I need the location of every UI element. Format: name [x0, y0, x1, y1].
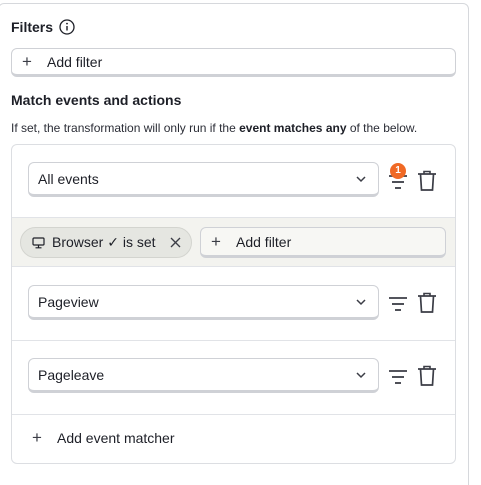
filter-count-badge: 1	[390, 163, 406, 179]
plus-icon: +	[211, 232, 221, 251]
description-suffix: of the below.	[346, 121, 418, 135]
event-select-value: Pageleave	[38, 366, 105, 383]
filter-icon[interactable]	[387, 365, 409, 389]
filter-icon[interactable]	[387, 292, 409, 316]
trash-icon[interactable]	[416, 291, 438, 315]
event-select[interactable]: Pageview	[28, 285, 379, 320]
add-property-filter-button[interactable]: + Add filter	[200, 227, 446, 258]
chevron-down-icon	[356, 299, 366, 306]
info-icon[interactable]	[59, 19, 75, 35]
description-bold: event matches any	[239, 121, 347, 135]
event-select-value: Pageview	[38, 293, 99, 310]
chevron-down-icon	[356, 176, 366, 183]
trash-icon[interactable]	[416, 169, 438, 193]
monitor-icon	[32, 236, 45, 248]
property-filter-chip[interactable]: Browser ✓ is set	[20, 227, 192, 258]
add-event-matcher-label: Add event matcher	[57, 429, 175, 446]
match-description: If set, the transformation will only run…	[11, 121, 417, 135]
event-select-value: All events	[38, 170, 99, 187]
add-property-filter-label: Add filter	[236, 233, 292, 250]
filters-title: Filters	[11, 19, 54, 35]
trash-icon[interactable]	[416, 364, 438, 388]
add-filter-label: Add filter	[47, 53, 103, 70]
description-prefix: If set, the transformation will only run…	[11, 121, 240, 135]
match-events-title: Match events and actions	[11, 92, 182, 108]
add-filter-button[interactable]: + Add filter	[11, 48, 456, 77]
event-select[interactable]: Pageleave	[28, 358, 379, 393]
event-select[interactable]: All events	[28, 162, 379, 197]
close-icon[interactable]	[170, 237, 181, 248]
property-filter-label: Browser ✓ is set	[52, 234, 156, 250]
plus-icon: +	[32, 428, 42, 447]
property-filters-bar: Browser ✓ is set + Add filter	[12, 218, 455, 267]
chevron-down-icon	[356, 372, 366, 379]
plus-icon: +	[22, 52, 32, 71]
add-event-matcher-button[interactable]: + Add event matcher	[32, 429, 175, 446]
